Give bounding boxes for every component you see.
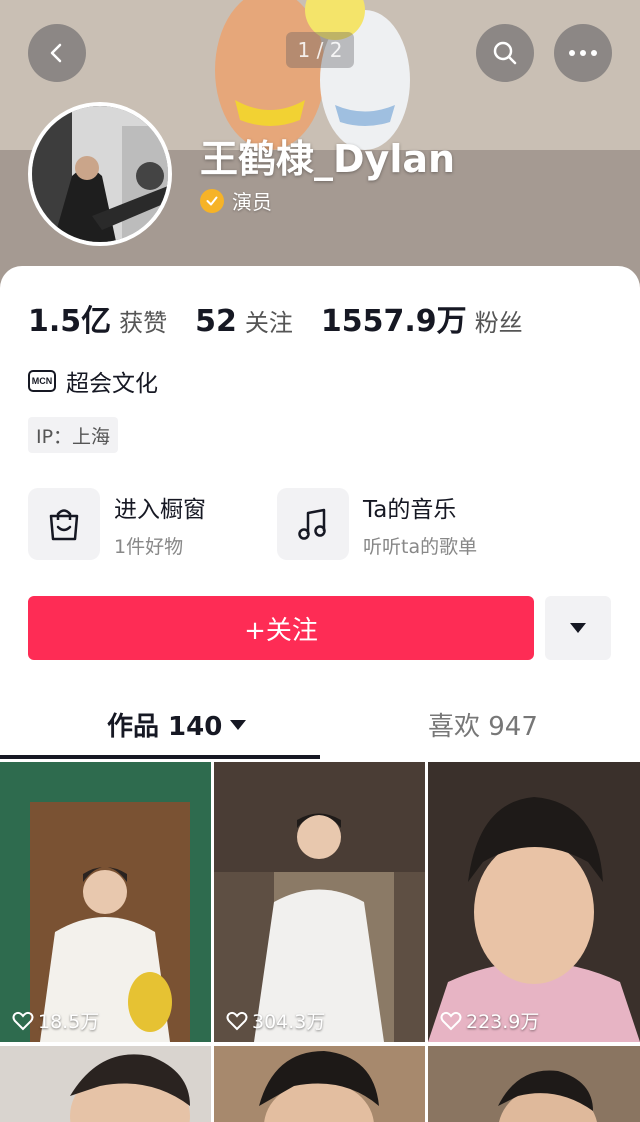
mcn-name: 超会文化 xyxy=(66,371,158,397)
following-count[interactable]: 52 xyxy=(195,304,237,339)
music-note-icon xyxy=(277,488,349,560)
shop-window-title: 进入橱窗 xyxy=(114,496,206,523)
video-thumbnail[interactable]: 304.3万 xyxy=(214,762,425,1042)
tab-works-label: 作品 140 xyxy=(107,712,223,742)
caret-down-icon xyxy=(570,623,586,633)
heart-icon xyxy=(226,1011,248,1030)
back-button[interactable] xyxy=(28,24,86,82)
likes-count[interactable]: 1.5亿 xyxy=(28,296,111,340)
active-tab-indicator xyxy=(0,755,320,759)
likes-label[interactable]: 获赞 xyxy=(119,303,167,338)
heart-icon xyxy=(440,1011,462,1030)
shop-window-subtitle: 1件好物 xyxy=(114,535,184,558)
verification-badge: 演员 xyxy=(200,186,272,215)
stats-row: 1.5亿 获赞 52 关注 1557.9万 粉丝 xyxy=(28,296,551,340)
heart-icon xyxy=(12,1011,34,1030)
video-thumbnail[interactable] xyxy=(0,1046,211,1122)
verified-check-icon xyxy=(200,188,224,213)
music-entry[interactable]: Ta的音乐 听听ta的歌单 xyxy=(277,488,477,560)
mcn-icon: MCN xyxy=(28,370,56,392)
video-like-count: 18.5万 xyxy=(12,1007,99,1034)
tab-works[interactable]: 作品 140 xyxy=(107,706,247,743)
shopping-bag-icon xyxy=(28,488,100,560)
following-label[interactable]: 关注 xyxy=(245,303,293,338)
search-button[interactable] xyxy=(476,24,534,82)
ip-location-tag: IP：上海 xyxy=(28,417,119,453)
avatar-photo xyxy=(32,106,168,242)
avatar[interactable] xyxy=(28,102,172,246)
video-thumbnail[interactable]: 18.5万 xyxy=(0,762,211,1042)
more-options-button[interactable] xyxy=(554,24,612,82)
tab-likes[interactable]: 喜欢 947 xyxy=(428,706,538,743)
video-thumbnail[interactable] xyxy=(214,1046,425,1122)
video-like-count: 223.9万 xyxy=(440,1007,539,1034)
tab-likes-label: 喜欢 947 xyxy=(428,712,538,742)
followers-count[interactable]: 1557.9万 xyxy=(321,296,467,340)
video-thumbnail[interactable]: 223.9万 xyxy=(428,762,640,1042)
music-title: Ta的音乐 xyxy=(363,496,457,523)
shop-window-entry[interactable]: 进入橱窗 1件好物 xyxy=(28,488,206,560)
follow-dropdown-button[interactable] xyxy=(545,596,611,660)
music-subtitle: 听听ta的歌单 xyxy=(363,535,478,558)
follow-button[interactable]: +关注 xyxy=(28,596,534,660)
video-thumbnail[interactable] xyxy=(428,1046,640,1122)
profile-banner: 1 / 2 王鹤棣_Dylan 演员 xyxy=(0,0,640,300)
video-like-count-text: 304.3万 xyxy=(252,1011,326,1033)
video-thumbnail-image xyxy=(428,1046,640,1122)
search-icon xyxy=(493,41,517,65)
more-dots-icon xyxy=(569,50,597,56)
video-thumbnail-image xyxy=(214,762,425,1042)
caret-down-icon xyxy=(230,719,247,730)
followers-label[interactable]: 粉丝 xyxy=(475,303,523,338)
chevron-left-icon xyxy=(50,43,62,63)
video-like-count-text: 223.9万 xyxy=(466,1011,540,1033)
video-thumbnail-image xyxy=(0,762,211,1042)
video-like-count: 304.3万 xyxy=(226,1007,325,1034)
video-thumbnail-image xyxy=(0,1046,211,1122)
video-thumbnail-image xyxy=(214,1046,425,1122)
mcn-row[interactable]: MCN 超会文化 xyxy=(28,364,158,398)
verification-label: 演员 xyxy=(232,190,272,214)
video-thumbnail-image xyxy=(428,762,640,1042)
video-like-count-text: 18.5万 xyxy=(38,1011,100,1033)
page-indicator: 1 / 2 xyxy=(286,32,354,68)
username: 王鹤棣_Dylan xyxy=(200,137,456,181)
